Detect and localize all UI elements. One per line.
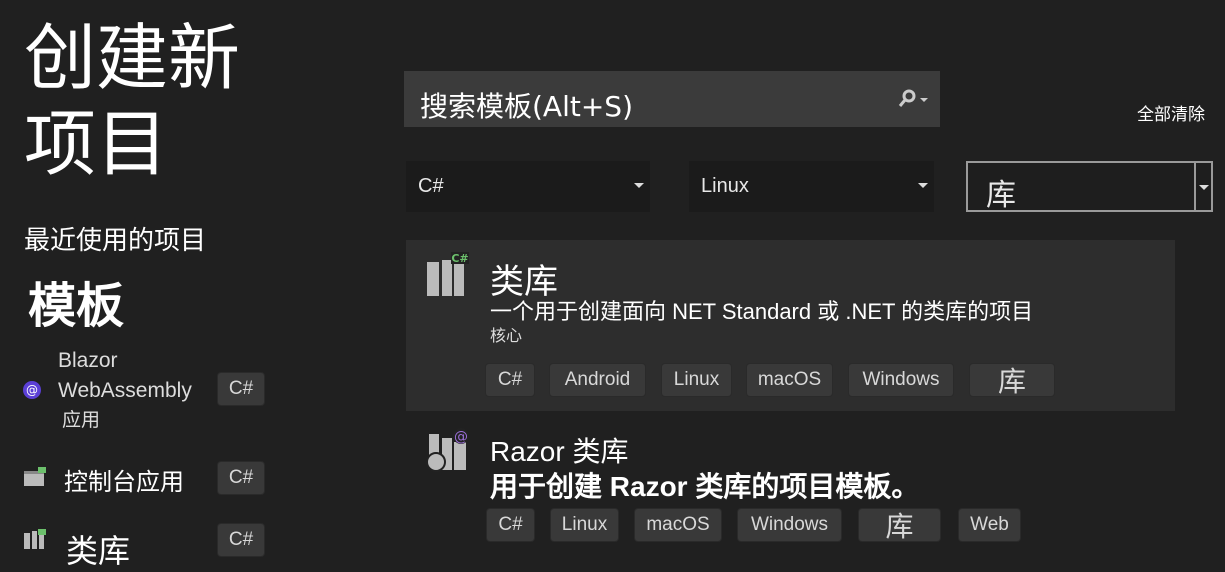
template-tag: C# xyxy=(486,508,535,542)
language-filter-value: C# xyxy=(418,175,444,197)
chevron-down-icon xyxy=(634,183,644,188)
template-card-class-library[interactable]: C# 类库 一个用于创建面向 NET Standard 或 .NET 的类库的项… xyxy=(406,240,1175,411)
recent-item-name: 类库 xyxy=(66,532,131,570)
recent-item-name: 控制台应用 xyxy=(64,468,184,496)
template-description: 一个用于创建面向 NET Standard 或 .NET 的类库的项目 xyxy=(490,299,1034,324)
class-library-icon xyxy=(24,529,46,549)
template-title: Razor 类库 xyxy=(490,436,629,467)
template-tag: Android xyxy=(549,363,646,397)
template-tag: Linux xyxy=(661,363,732,397)
templates-heading: 模板 xyxy=(28,278,125,334)
template-tag: macOS xyxy=(746,363,833,397)
recent-heading: 最近使用的项目 xyxy=(24,226,207,256)
razor-class-library-icon: @ xyxy=(426,428,469,472)
template-subtitle: 核心 xyxy=(490,326,523,345)
search-icon[interactable] xyxy=(898,89,930,109)
template-tag: Web xyxy=(958,508,1021,542)
recent-item-name: WebAssembly xyxy=(58,379,192,402)
platform-filter-value: Linux xyxy=(701,175,749,197)
template-tag: C# xyxy=(485,363,535,397)
page-title-line2: 项目 xyxy=(24,102,169,186)
blazor-icon: @ xyxy=(23,381,41,399)
template-tag: Windows xyxy=(848,363,954,397)
template-description: 用于创建 Razor 类库的项目模板。 xyxy=(490,471,920,502)
language-tag: C# xyxy=(217,523,265,557)
console-app-icon xyxy=(24,467,46,486)
svg-text:@: @ xyxy=(454,429,468,445)
project-type-filter[interactable]: 库 xyxy=(966,161,1213,212)
project-type-filter-value: 库 xyxy=(986,178,1016,212)
recent-item-name: Blazor xyxy=(58,349,118,372)
language-tag: C# xyxy=(217,461,265,495)
template-tag: Linux xyxy=(550,508,619,542)
svg-text:C#: C# xyxy=(451,252,468,265)
template-card-razor-class-library[interactable]: @ Razor 类库 用于创建 Razor 类库的项目模板。 C# Linux … xyxy=(406,420,1175,564)
search-placeholder: 搜索模板(Alt+S) xyxy=(420,90,633,123)
template-tag: 库 xyxy=(969,363,1055,397)
clear-all-link[interactable]: 全部清除 xyxy=(1137,100,1205,125)
platform-filter[interactable]: Linux xyxy=(689,161,934,212)
template-tag: Windows xyxy=(737,508,842,542)
template-tag: 库 xyxy=(858,508,941,542)
template-tag: macOS xyxy=(634,508,722,542)
chevron-down-icon xyxy=(918,183,928,188)
page-title-line1: 创建新 xyxy=(24,16,241,100)
chevron-down-icon xyxy=(1199,185,1209,190)
language-filter[interactable]: C# xyxy=(406,161,650,212)
search-input[interactable]: 搜索模板(Alt+S) xyxy=(404,71,940,127)
language-tag: C# xyxy=(217,372,265,406)
recent-item-name: 应用 xyxy=(62,410,101,431)
class-library-icon: C# xyxy=(427,252,469,296)
svg-text:@: @ xyxy=(26,383,38,397)
